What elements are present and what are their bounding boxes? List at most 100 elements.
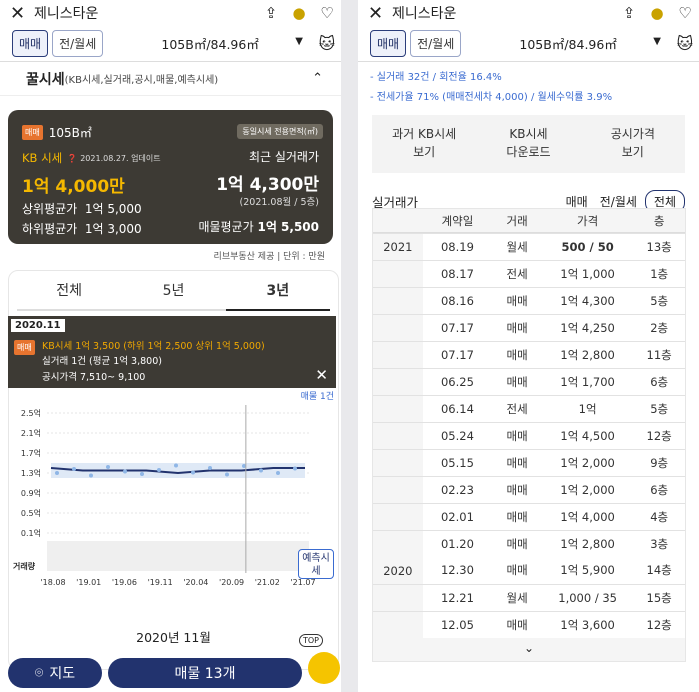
row-type: 전세: [492, 396, 542, 422]
top-bar: ✕ 제니스타운 ⇪ ● ♡: [358, 0, 699, 26]
x-tick-label: '20.04: [183, 578, 208, 587]
row-floor: 12층: [633, 612, 685, 638]
kb-download-button[interactable]: KB시세 다운로드: [476, 115, 580, 173]
share-icon[interactable]: ⇪: [615, 4, 643, 22]
mascot-icon[interactable]: 🐱: [671, 34, 699, 53]
col-floor: 층: [653, 213, 665, 228]
row-floor: 13층: [633, 234, 685, 260]
price-chart[interactable]: 2.5억 2.1억 1.7억 1.3억 0.9억 0.5억 0.1억거래량 '18.08 '19…: [9, 403, 340, 603]
listing-avg-value: 1억 5,500: [257, 220, 319, 234]
filter-sale[interactable]: 매매: [566, 193, 588, 210]
info-icon[interactable]: ❓: [67, 154, 77, 163]
heart-icon[interactable]: ♡: [671, 4, 699, 22]
row-floor: 6층: [633, 477, 685, 503]
row-date: 05.24: [422, 423, 493, 449]
public-price-label-2: 보기: [621, 145, 644, 159]
x-tick-label: '21.02: [255, 578, 280, 587]
trade-tab-row: 매매 전/월세 105B㎡/84.96㎡ ▼ 🐱: [0, 26, 341, 62]
close-icon[interactable]: ✕: [10, 3, 34, 24]
row-floor: 15층: [633, 585, 685, 611]
area-select[interactable]: 105B㎡/84.96㎡ ▼: [107, 34, 313, 53]
past-kb-button[interactable]: 과거 KB시세 보기: [372, 115, 476, 173]
lower-value: 1억 3,000: [84, 222, 142, 236]
row-date: 08.19: [422, 234, 493, 260]
row-price: 1억 5,900: [541, 557, 634, 584]
predict-button[interactable]: 예측시세: [298, 549, 334, 579]
chevron-down-icon[interactable]: ⌄: [373, 641, 685, 655]
section-header[interactable]: 꿀시세 (KB시세,실거래,공시,매물,예측시세) ⌃: [0, 62, 341, 96]
tooltip-line2: 실거래 1건 (평균 1억 3,800): [42, 356, 162, 367]
tab-period-3y[interactable]: 3년: [225, 280, 330, 311]
coin-icon[interactable]: ●: [285, 4, 313, 22]
deal-point: [55, 471, 59, 475]
filter-rent[interactable]: 전/월세: [600, 193, 637, 210]
table-row: 08.16 매매 1억 4,300 5층: [373, 287, 685, 314]
coin-icon[interactable]: ●: [643, 4, 671, 22]
tab-rent[interactable]: 전/월세: [410, 30, 462, 57]
row-date: 05.15: [422, 450, 493, 476]
row-date: 12.21: [422, 585, 493, 611]
info-line-2: - 전세가율 71% (매매전세차 4,000) / 월세수익률 3.9%: [370, 92, 613, 103]
row-price: 1억 1,700: [541, 369, 634, 395]
row-price: 1,000 / 35: [541, 585, 634, 611]
mascot-icon[interactable]: 🐱: [313, 34, 341, 53]
deal-point: [157, 468, 161, 472]
map-button[interactable]: ⌾ 지도: [8, 658, 102, 688]
deal-point: [276, 471, 280, 475]
recent-label: 최근 실거래가: [248, 150, 319, 164]
row-date: 02.23: [422, 477, 493, 503]
deal-point: [225, 472, 229, 477]
table-row: 05.15 매매 1억 2,000 9층: [373, 449, 685, 476]
tooltip-line1: KB시세 1억 3,500 (하위 1억 2,500 상위 1억 5,000): [42, 341, 265, 352]
volume-band: [47, 541, 309, 571]
tab-period-5y[interactable]: 5년: [121, 280, 225, 300]
tooltip-line3: 공시가격 7,510~ 9,100: [42, 372, 146, 383]
y-tick-label: 0.9억: [21, 488, 41, 498]
area-note-badge[interactable]: 동일시세 전용면적(㎡): [237, 124, 323, 139]
deal-point: [72, 467, 76, 471]
row-type: 매매: [492, 315, 542, 341]
row-floor: 12층: [633, 423, 685, 449]
table-row: 12.05 매매 1억 3,600 12층: [373, 611, 685, 638]
x-tick-label: '20.09: [219, 578, 244, 587]
top-button[interactable]: TOP: [299, 634, 324, 647]
row-floor: 5층: [633, 396, 685, 422]
row-date: 06.14: [422, 396, 493, 422]
heart-icon[interactable]: ♡: [313, 4, 341, 22]
row-date: 01.20: [422, 531, 493, 557]
x-tick-label: '19.01: [76, 578, 101, 587]
area-value: 105B㎡/84.96㎡: [161, 37, 259, 52]
row-year: 2020: [383, 563, 413, 578]
row-type: 매매: [492, 531, 542, 557]
table-row: 08.17 전세 1억 1,000 1층: [373, 260, 685, 287]
public-price-label-1: 공시가격: [610, 127, 655, 141]
tab-sale[interactable]: 매매: [12, 30, 49, 57]
row-floor: 9층: [633, 450, 685, 476]
table-row: 02.23 매매 1억 2,000 6층: [373, 476, 685, 503]
row-floor: 11층: [633, 342, 685, 368]
close-icon[interactable]: ✕: [315, 366, 328, 384]
row-price: 1억 2,000: [541, 450, 634, 476]
public-price-button[interactable]: 공시가격보기: [581, 115, 685, 173]
listings-button[interactable]: 매물 13개: [108, 658, 302, 688]
kb-download-label-2: 다운로드: [506, 145, 551, 159]
y-tick-label: 2.1억: [21, 428, 41, 438]
row-floor: 2층: [633, 315, 685, 341]
row-floor: 5층: [633, 288, 685, 314]
selected-month: 2020년 11월: [136, 630, 211, 645]
listing-count-link[interactable]: 매물 1건: [301, 389, 334, 402]
row-floor: 3층: [633, 531, 685, 557]
share-icon[interactable]: ⇪: [257, 4, 285, 22]
tab-sale[interactable]: 매매: [370, 30, 407, 57]
area-select[interactable]: 105B㎡/84.96㎡ ▼: [465, 34, 671, 53]
tab-rent[interactable]: 전/월세: [52, 30, 104, 57]
row-price: 500 / 50: [541, 234, 634, 260]
row-type: 월세: [492, 585, 542, 611]
tab-period-all[interactable]: 전체: [17, 280, 121, 300]
kb-label: KB 시세: [22, 151, 63, 165]
chevron-up-icon[interactable]: ⌃: [312, 71, 323, 86]
table-row: 12.21 월세 1,000 / 35 15층: [373, 584, 685, 611]
table-row: 06.25 매매 1억 1,700 6층: [373, 368, 685, 395]
close-icon[interactable]: ✕: [368, 3, 392, 24]
section-title: 꿀시세: [26, 71, 65, 88]
